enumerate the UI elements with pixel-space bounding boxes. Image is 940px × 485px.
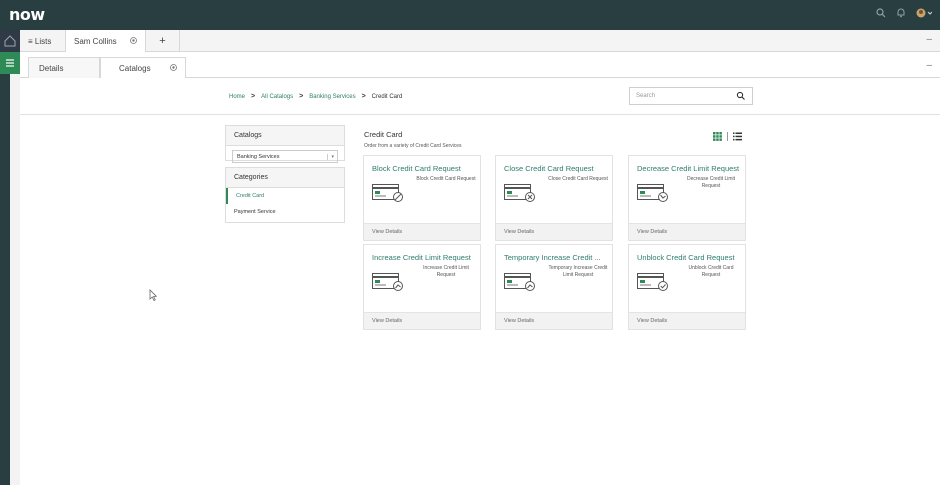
card-title[interactable]: Increase Credit Limit Request xyxy=(372,253,471,262)
top-header: now xyxy=(0,0,940,30)
tab-details[interactable]: Details xyxy=(28,57,100,78)
chevron-right-icon: > xyxy=(251,93,256,100)
chevron-right-icon: > xyxy=(361,93,366,100)
mouse-cursor-icon xyxy=(149,289,157,301)
unblock-card-icon xyxy=(637,273,668,291)
view-details-link[interactable]: View Details xyxy=(364,223,480,240)
breadcrumb-all-catalogs[interactable]: All Catalogs xyxy=(261,94,293,100)
catalog-select[interactable]: Banking Services ▾ xyxy=(232,150,338,163)
view-details-link[interactable]: View Details xyxy=(364,312,480,329)
grid-view-icon[interactable] xyxy=(713,132,722,141)
view-details-link[interactable]: View Details xyxy=(496,312,612,329)
collapse-icon[interactable]: – xyxy=(926,34,932,45)
tab-catalogs[interactable]: Catalogs xyxy=(100,57,186,78)
catalog-card-decrease[interactable]: Decrease Credit Limit Request Decrease C… xyxy=(628,155,746,241)
card-description: Temporary Increase Credit Limit Request xyxy=(548,265,608,278)
divider xyxy=(727,132,728,141)
chevron-down-icon: ▾ xyxy=(327,154,334,160)
catalog-card-temporary-increase[interactable]: Temporary Increase Credit ... Temporary … xyxy=(495,244,613,330)
categories-panel: Categories Credit Card Payment Service xyxy=(225,167,345,223)
breadcrumb-banking-services[interactable]: Banking Services xyxy=(309,94,355,100)
card-title[interactable]: Temporary Increase Credit ... xyxy=(504,253,601,262)
home-icon xyxy=(4,35,16,47)
card-description: Block Credit Card Request xyxy=(416,176,476,182)
tab-lists[interactable]: ≡ Lists xyxy=(20,30,66,52)
increase-card-icon xyxy=(372,273,403,291)
breadcrumb: Home > All Catalogs > Banking Services >… xyxy=(229,93,402,100)
breadcrumb-credit-card: Credit Card xyxy=(371,93,403,100)
catalog-card-unblock[interactable]: Unblock Credit Card Request Unblock Cred… xyxy=(628,244,746,330)
category-payment-service[interactable]: Payment Service xyxy=(226,204,344,220)
card-title[interactable]: Decrease Credit Limit Request xyxy=(637,164,739,173)
breadcrumb-bar: Home > All Catalogs > Banking Services >… xyxy=(20,79,940,115)
view-details-link[interactable]: View Details xyxy=(629,223,745,240)
catalogs-panel: Catalogs Banking Services ▾ xyxy=(225,125,345,163)
tab-sam-collins[interactable]: Sam Collins xyxy=(66,30,146,52)
card-title[interactable]: Unblock Credit Card Request xyxy=(637,253,735,262)
list-view-icon[interactable] xyxy=(733,132,742,141)
page-subtitle: Order from a variety of Credit Card Serv… xyxy=(364,143,462,149)
catalog-card-close[interactable]: Close Credit Card Request Close Credit C… xyxy=(495,155,613,241)
page-title: Credit Card xyxy=(364,130,403,139)
card-title[interactable]: Close Credit Card Request xyxy=(504,164,594,173)
card-title[interactable]: Block Credit Card Request xyxy=(372,164,461,173)
record-tab-bar: Details Catalogs – xyxy=(20,52,940,78)
search-icon[interactable] xyxy=(876,8,886,18)
temp-increase-card-icon xyxy=(504,273,535,291)
chevron-right-icon: > xyxy=(299,93,304,100)
rail-gutter xyxy=(10,74,20,485)
view-details-link[interactable]: View Details xyxy=(496,223,612,240)
breadcrumb-home[interactable]: Home xyxy=(229,94,245,100)
workspace-tab-bar: ≡ Lists Sam Collins + – xyxy=(20,30,940,52)
card-description: Unblock Credit Card Request xyxy=(688,265,734,278)
list-rail-button[interactable] xyxy=(0,52,20,74)
close-card-icon xyxy=(504,184,535,202)
block-card-icon xyxy=(372,184,403,202)
card-description: Decrease Credit Limit Request xyxy=(686,176,736,189)
catalog-card-increase[interactable]: Increase Credit Limit Request Increase C… xyxy=(363,244,481,330)
view-toggle xyxy=(713,132,742,141)
search-icon[interactable] xyxy=(736,91,746,101)
categories-heading: Categories xyxy=(226,168,344,188)
view-details-link[interactable]: View Details xyxy=(629,312,745,329)
collapse-icon[interactable]: – xyxy=(926,60,932,71)
search-input[interactable]: Search xyxy=(629,87,753,105)
add-tab-button[interactable]: + xyxy=(146,30,180,52)
catalog-content: Catalogs Banking Services ▾ Categories C… xyxy=(20,115,940,485)
avatar-icon[interactable] xyxy=(916,8,932,18)
close-tab-icon[interactable] xyxy=(130,37,137,44)
bell-icon[interactable] xyxy=(896,8,906,18)
close-tab-icon[interactable] xyxy=(170,64,177,71)
home-rail-button[interactable] xyxy=(0,30,20,52)
decrease-card-icon xyxy=(637,184,668,202)
list-icon xyxy=(6,59,14,67)
header-icons xyxy=(876,8,932,18)
left-rail xyxy=(0,30,10,485)
catalogs-heading: Catalogs xyxy=(226,126,344,146)
card-description: Increase Credit Limit Request xyxy=(423,265,469,278)
servicenow-logo[interactable]: now xyxy=(9,5,45,24)
card-description: Close Credit Card Request xyxy=(548,176,608,182)
category-credit-card[interactable]: Credit Card xyxy=(226,188,344,204)
catalog-card-block[interactable]: Block Credit Card Request Block Credit C… xyxy=(363,155,481,241)
